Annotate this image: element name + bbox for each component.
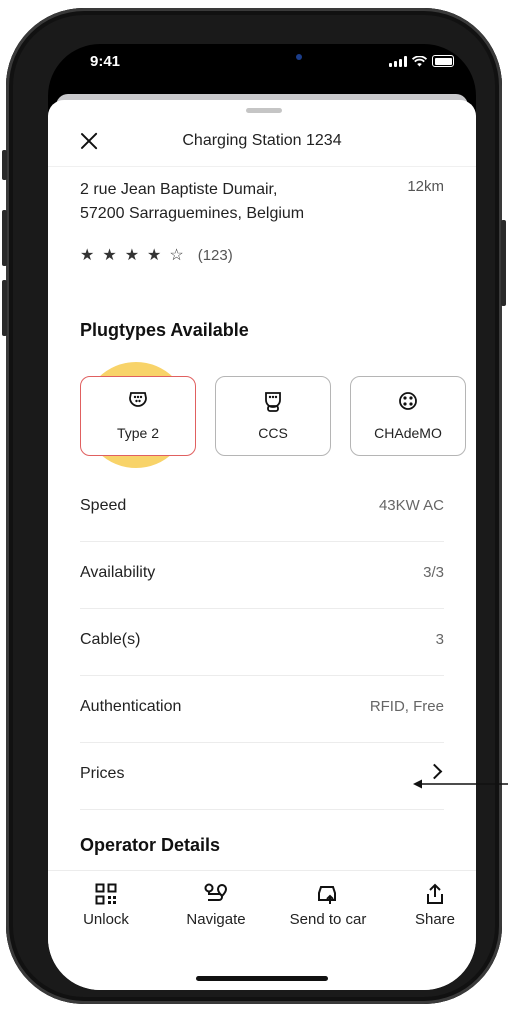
- plug-option-chademo[interactable]: CHAdeMO: [350, 376, 466, 456]
- plug-label: Type 2: [116, 425, 160, 441]
- detail-row-authentication: Authentication RFID, Free: [80, 676, 444, 743]
- star-filled-icon: ★: [80, 247, 95, 264]
- status-bar: 9:41: [48, 44, 476, 92]
- navigate-button[interactable]: Navigate: [178, 883, 254, 928]
- action-label: Navigate: [186, 911, 246, 928]
- volume-up-button: [2, 210, 7, 266]
- screen: 9:41 Charging Station 1234 2 rue Jean Ba…: [48, 44, 476, 990]
- chademo-plug-icon: [399, 392, 417, 410]
- bottom-sheet: Charging Station 1234 2 rue Jean Baptist…: [48, 100, 476, 990]
- notch: [148, 44, 368, 76]
- unlock-button[interactable]: Unlock: [78, 883, 134, 928]
- detail-row-speed: Speed 43KW AC: [80, 475, 444, 542]
- detail-label: Cable(s): [80, 631, 141, 648]
- volume-down-button: [2, 280, 7, 336]
- status-icons: [389, 55, 454, 67]
- action-bar: Unlock Navigate Send to car Share: [48, 870, 476, 990]
- detail-row-cables: Cable(s) 3: [80, 609, 444, 676]
- star-empty-icon: ☆: [169, 247, 184, 264]
- station-distance: 12km: [407, 178, 444, 195]
- route-icon: [204, 883, 228, 901]
- qr-code-icon: [95, 883, 117, 905]
- annotation-arrow-icon: [413, 779, 508, 789]
- operator-heading: Operator Details: [80, 835, 221, 855]
- plugtypes-heading: Plugtypes Available: [80, 320, 249, 340]
- detail-label: Availability: [80, 564, 156, 581]
- plug-option-ccs[interactable]: CCS: [215, 376, 331, 456]
- plug-option-type2[interactable]: Type 2: [80, 376, 196, 456]
- review-count: (123): [197, 246, 233, 264]
- wifi-icon: [412, 55, 427, 66]
- detail-row-availability: Availability 3/3: [80, 542, 444, 609]
- chevron-right-icon[interactable]: [426, 763, 443, 780]
- plug-label: CHAdeMO: [374, 425, 442, 441]
- detail-label: Authentication: [80, 698, 182, 715]
- send-to-car-icon: [318, 886, 336, 904]
- detail-value: 43KW AC: [378, 497, 444, 514]
- mute-switch: [2, 150, 7, 180]
- status-time: 9:41: [90, 53, 121, 70]
- signal-icon: [389, 55, 407, 67]
- share-button[interactable]: Share: [410, 883, 460, 928]
- action-label: Send to car: [289, 911, 367, 928]
- action-label: Share: [414, 911, 456, 928]
- battery-icon: [432, 55, 454, 67]
- address-line-2: 57200 Sarraguemines, Belgium: [80, 205, 305, 222]
- detail-value: 3/3: [423, 564, 444, 581]
- detail-label: Speed: [80, 497, 127, 514]
- home-indicator: [196, 976, 328, 981]
- send-to-car-button[interactable]: Send to car: [282, 883, 374, 928]
- type2-plug-icon: [129, 392, 147, 407]
- plug-label: CCS: [258, 425, 288, 441]
- detail-row-prices[interactable]: Prices: [80, 743, 444, 810]
- sheet-header: Charging Station 1234: [48, 122, 476, 167]
- rating-stars: ★ ★ ★ ★ ☆: [80, 245, 192, 265]
- detail-label: Prices: [80, 765, 125, 782]
- camera-icon: [296, 54, 302, 60]
- power-button: [501, 220, 506, 306]
- rating: ★ ★ ★ ★ ☆ (123): [80, 245, 233, 265]
- detail-value: 3: [435, 631, 444, 648]
- star-filled-icon: ★: [102, 247, 117, 264]
- ccs-plug-icon: [265, 392, 281, 412]
- page-title: Charging Station 1234: [182, 132, 342, 149]
- share-icon: [427, 883, 443, 904]
- sheet-grabber[interactable]: [246, 108, 282, 113]
- star-filled-icon: ★: [147, 247, 162, 264]
- star-filled-icon: ★: [124, 247, 140, 264]
- station-address: 2 rue Jean Baptiste Dumair, 57200 Sarrag…: [80, 178, 340, 226]
- detail-value: RFID, Free: [369, 698, 444, 715]
- address-line-1: 2 rue Jean Baptiste Dumair,: [80, 181, 278, 198]
- action-label: Unlock: [83, 911, 129, 928]
